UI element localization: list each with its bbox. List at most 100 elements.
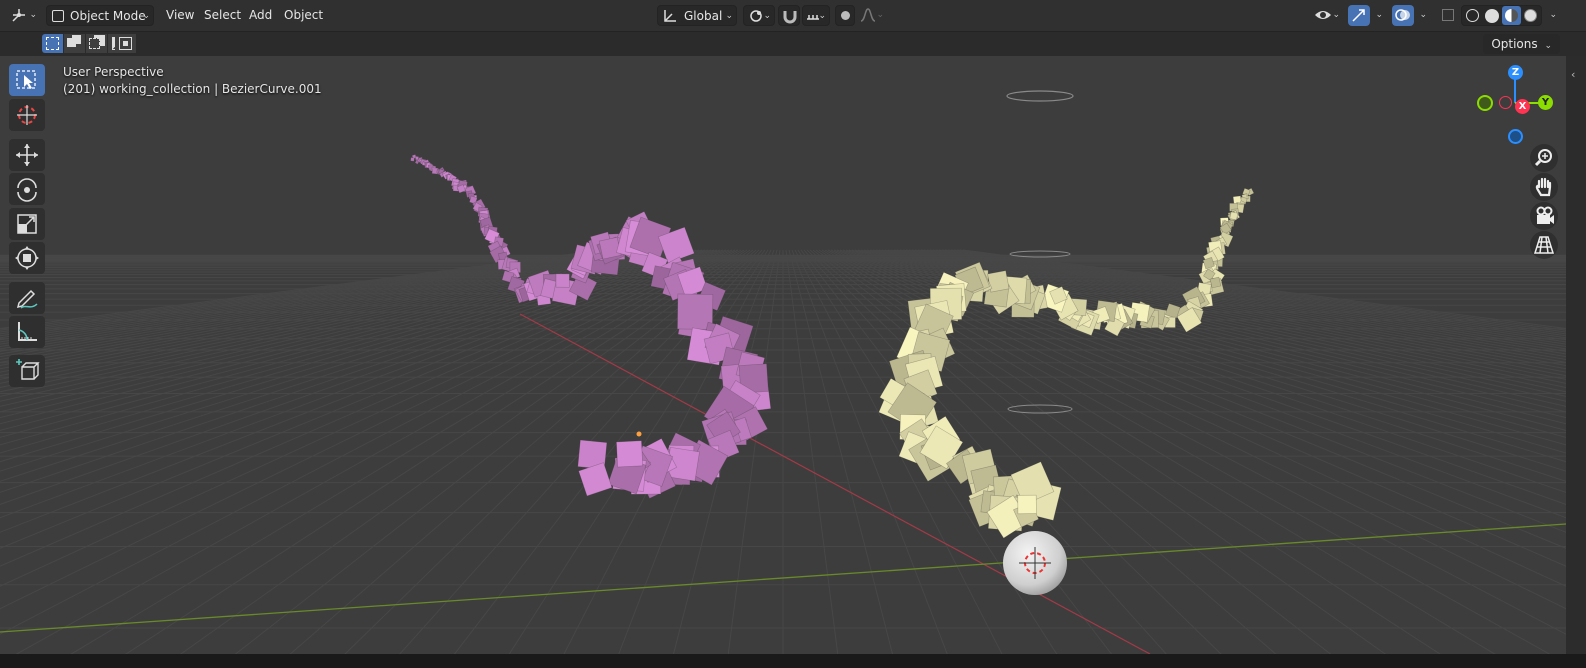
chevron-down-icon: ⌄ (763, 11, 771, 21)
3d-viewport[interactable]: User Perspective (201) working_collectio… (0, 56, 1566, 654)
overlays-icon (1395, 9, 1410, 21)
add-cube-icon (16, 359, 40, 380)
mode-dropdown[interactable]: Object Mode ⌄ (46, 5, 154, 26)
gizmo-z-axis[interactable]: Z (1508, 65, 1523, 80)
options-label: Options (1491, 37, 1538, 51)
proportional-edit-icon (841, 11, 850, 20)
camera-view-button[interactable] (1530, 202, 1558, 230)
chevron-down-icon: ⌄ (1332, 10, 1340, 20)
transform-icon (15, 246, 39, 270)
xray-toggle[interactable] (1438, 5, 1458, 26)
chevron-down-icon: ⌄ (1375, 10, 1383, 20)
snap-toggle[interactable] (778, 5, 800, 26)
chevron-down-icon: ⌄ (1549, 10, 1557, 20)
proportional-edit-toggle[interactable] (835, 5, 855, 26)
object-origin (636, 431, 642, 437)
tool-move[interactable] (9, 139, 45, 171)
select-new-button[interactable] (42, 34, 63, 53)
camera-icon (1536, 206, 1554, 224)
select-extend-icon (67, 38, 76, 47)
editor-type-button[interactable]: ⌄ (6, 5, 40, 26)
hand-icon (1535, 177, 1552, 197)
eye-icon (1315, 11, 1331, 19)
scale-icon (17, 214, 37, 234)
orientation-dropdown[interactable]: Global ⌄ (657, 5, 737, 26)
viewport-header: ⌄ Object Mode ⌄ View Select Add Object G… (0, 0, 1586, 32)
pivot-point-dropdown[interactable]: ⌄ (743, 5, 775, 26)
tool-add-cube[interactable] (9, 355, 45, 387)
measure-icon (18, 322, 37, 341)
visibility-dropdown[interactable]: ⌄ (1313, 5, 1343, 26)
rotate-icon (17, 178, 37, 202)
zoom-button[interactable] (1530, 144, 1558, 172)
annotate-icon (16, 289, 38, 309)
rendered-shading-icon[interactable] (1524, 9, 1537, 22)
gizmo-neg-x-axis[interactable] (1499, 96, 1512, 109)
pan-button[interactable] (1530, 173, 1558, 201)
viewport-info: User Perspective (201) working_collectio… (63, 64, 322, 98)
menu-select[interactable]: Select (200, 5, 245, 26)
select-box-icon (16, 70, 36, 89)
select-new-icon (46, 37, 59, 50)
chevron-down-icon: ⌄ (1544, 41, 1552, 51)
select-subtract-button[interactable] (86, 34, 107, 53)
perspective-toggle-button[interactable] (1530, 231, 1558, 259)
gizmo-neg-y-axis[interactable] (1477, 95, 1493, 111)
move-icon (16, 144, 38, 166)
navigation-gizmo[interactable]: Z X Y (1470, 58, 1560, 148)
gizmo-y-axis[interactable]: Y (1538, 95, 1553, 110)
shading-dropdown[interactable]: ⌄ (1544, 5, 1560, 26)
floor-grid (0, 249, 1566, 654)
wireframe-shading-icon[interactable] (1466, 9, 1479, 22)
gizmo-toggle[interactable] (1348, 5, 1370, 26)
menu-view[interactable]: View (162, 5, 198, 26)
tool-cursor[interactable] (9, 99, 45, 131)
menu-object[interactable]: Object (280, 5, 327, 26)
gizmo-icon (1352, 9, 1365, 22)
overlays-toggle[interactable] (1392, 5, 1414, 26)
select-intersect-icon (119, 37, 132, 50)
grid-icon (1533, 236, 1555, 254)
overlays-dropdown[interactable]: ⌄ (1414, 5, 1430, 26)
magnet-icon (783, 11, 797, 24)
select-extend-button[interactable] (64, 34, 85, 53)
zoom-icon (1534, 149, 1552, 167)
snap-target-dropdown[interactable]: ⌄ (802, 5, 830, 26)
chevron-down-icon: ⌄ (1419, 10, 1427, 20)
sidebar-collapsed[interactable]: ‹ (1566, 56, 1586, 654)
options-dropdown[interactable]: Options ⌄ (1483, 34, 1560, 54)
blender-window: ⌄ Object Mode ⌄ View Select Add Object G… (0, 0, 1586, 668)
falloff-curve-icon (860, 8, 876, 22)
menu-add[interactable]: Add (245, 5, 276, 26)
select-subtract-icon (89, 38, 100, 49)
tool-rotate[interactable] (9, 173, 45, 205)
empty-circle-top (1006, 90, 1074, 102)
chevron-down-icon: ⌄ (725, 11, 733, 21)
gizmo-dropdown[interactable]: ⌄ (1370, 5, 1386, 26)
pivot-icon (750, 10, 762, 22)
chevron-down-icon: ⌄ (818, 11, 826, 21)
gizmo-neg-z-axis[interactable] (1508, 129, 1523, 144)
bottom-border (0, 654, 1586, 668)
tool-settings-bar: Options ⌄ (0, 32, 1586, 56)
gizmo-x-axis[interactable]: X (1515, 99, 1530, 114)
orientation-label: Global (684, 9, 723, 23)
object-info-label: (201) working_collection | BezierCurve.0… (63, 82, 322, 96)
material-shading-icon[interactable] (1502, 6, 1521, 25)
cursor-icon (17, 105, 37, 125)
object-mode-icon (52, 10, 64, 22)
tool-select-box[interactable] (9, 64, 45, 96)
editor-type-icon (12, 9, 25, 22)
chevron-down-icon: ⌄ (142, 11, 150, 21)
chevron-down-icon: ⌄ (29, 10, 37, 20)
tool-annotate[interactable] (9, 282, 45, 314)
viewport-scene (0, 90, 1566, 654)
tool-transform[interactable] (9, 242, 45, 274)
tool-measure[interactable] (9, 316, 45, 348)
falloff-dropdown[interactable]: ⌄ (857, 5, 887, 26)
select-intersect-button-visible[interactable] (115, 34, 136, 53)
tool-scale[interactable] (9, 208, 45, 240)
shading-modes (1461, 5, 1542, 26)
solid-shading-icon[interactable] (1485, 9, 1499, 23)
sidebar-arrow-icon: ‹ (1571, 68, 1576, 81)
